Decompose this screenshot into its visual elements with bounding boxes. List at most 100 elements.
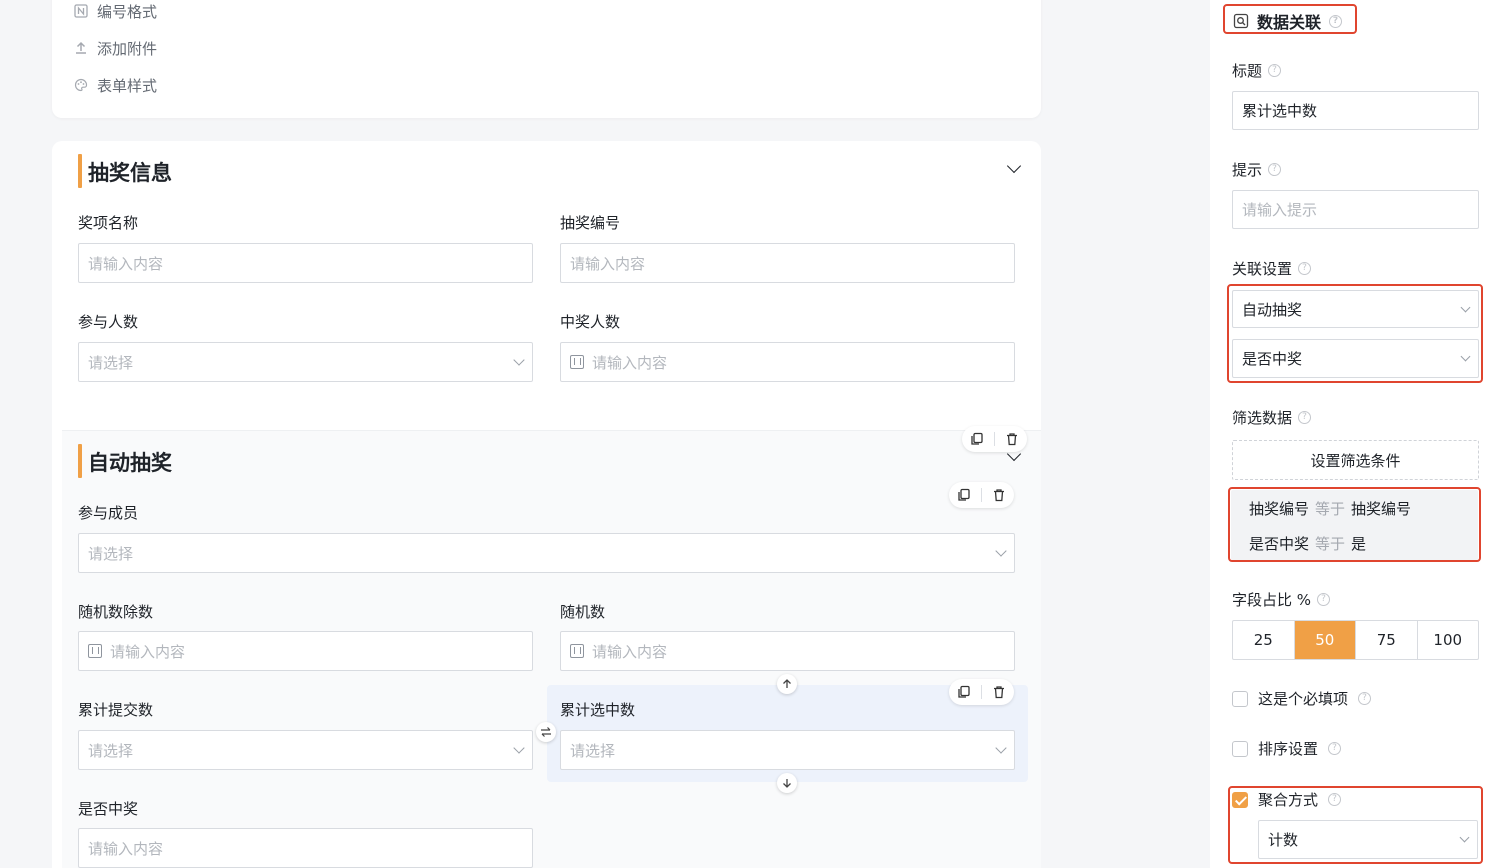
filter-condition[interactable]: 抽奖编号 等于 抽奖编号	[1249, 498, 1411, 519]
palette-icon	[74, 78, 88, 92]
prize-name-input[interactable]: 请输入内容	[78, 243, 533, 283]
subform-toolbar	[962, 426, 1027, 452]
help-icon[interactable]: ?	[1358, 692, 1372, 705]
label: 关联设置	[1232, 260, 1293, 278]
label: 字段占比 %	[1232, 591, 1312, 609]
placeholder: 请选择	[88, 741, 134, 760]
placeholder: 请输入内容	[570, 254, 646, 273]
help-icon[interactable]: ?	[1317, 593, 1331, 606]
participants-select[interactable]: 请选择	[78, 533, 1015, 573]
label: 提示	[1232, 161, 1263, 179]
data-relation-icon	[1233, 13, 1249, 29]
number-format-icon	[74, 4, 88, 18]
button-label: 设置筛选条件	[1310, 451, 1401, 470]
field-toolbar	[949, 679, 1014, 705]
placeholder: 请输入内容	[110, 642, 186, 661]
field-label: 随机数除数	[78, 603, 154, 621]
required-row[interactable]: 这是个必填项?	[1232, 688, 1372, 709]
label: 这是个必填项	[1258, 690, 1349, 708]
help-icon[interactable]: ?	[1328, 742, 1342, 755]
random-number-input[interactable]: 请输入内容	[560, 631, 1015, 671]
random-divisor-input[interactable]: 请输入内容	[78, 631, 533, 671]
chevron-down-icon	[995, 742, 1007, 754]
lottery-number-input[interactable]: 请输入内容	[560, 243, 1015, 283]
swap-button[interactable]	[536, 722, 556, 742]
value: 自动抽奖	[1242, 300, 1303, 319]
total-selected-select[interactable]: 请选择	[560, 730, 1015, 770]
width-option-75[interactable]: 75	[1356, 621, 1418, 659]
tool-number-format[interactable]: 编号格式	[74, 0, 157, 22]
chevron-down-icon	[1460, 351, 1471, 362]
relation-form-select[interactable]: 自动抽奖	[1232, 290, 1479, 328]
swap-icon	[541, 727, 551, 737]
filter-condition[interactable]: 是否中奖 等于是	[1249, 533, 1366, 554]
is-winner-input[interactable]: 请输入内容	[78, 828, 533, 868]
aggregate-row[interactable]: 聚合方式?	[1232, 789, 1342, 810]
field-label: 抽奖编号	[560, 214, 621, 232]
chevron-down-icon	[1460, 302, 1471, 312]
tools-card	[52, 0, 1041, 118]
relation-label-row: 关联设置?	[1232, 258, 1312, 279]
field-label: 随机数	[560, 603, 606, 621]
cond-value: 是	[1351, 535, 1367, 553]
help-icon[interactable]: ?	[1329, 14, 1343, 28]
relation-field-select[interactable]: 是否中奖	[1232, 339, 1479, 378]
panel-header: 数据关联 ?	[1233, 9, 1343, 33]
placeholder: 请输入内容	[592, 353, 668, 372]
width-option-25[interactable]: 25	[1233, 621, 1295, 659]
aggregate-checkbox[interactable]	[1232, 791, 1248, 808]
winner-count-input[interactable]: 请输入内容	[560, 342, 1015, 382]
number-icon	[570, 355, 584, 369]
width-option-50[interactable]: 50	[1294, 621, 1356, 659]
section-accent-bar	[78, 154, 82, 188]
required-checkbox[interactable]	[1232, 690, 1248, 707]
trash-icon[interactable]	[990, 683, 1008, 701]
chevron-down-icon	[513, 742, 525, 754]
help-icon[interactable]: ?	[1328, 793, 1342, 806]
help-icon[interactable]: ?	[1268, 163, 1282, 176]
placeholder: 请输入内容	[88, 839, 164, 858]
field-label: 是否中奖	[78, 800, 139, 818]
chevron-down-icon	[995, 545, 1007, 557]
value: 累计选中数	[1242, 102, 1318, 120]
divider	[994, 432, 995, 446]
move-up-button[interactable]	[777, 674, 797, 694]
placeholder: 请输入提示	[1242, 201, 1318, 219]
help-icon[interactable]: ?	[1298, 411, 1312, 424]
sort-checkbox[interactable]	[1232, 740, 1248, 757]
label: 筛选数据	[1232, 409, 1293, 427]
copy-icon[interactable]	[968, 430, 986, 448]
aggregate-select[interactable]: 计数	[1258, 820, 1478, 859]
copy-icon[interactable]	[955, 486, 973, 504]
field-label: 累计提交数	[78, 701, 154, 719]
hint-input[interactable]: 请输入提示	[1232, 190, 1479, 229]
number-icon	[88, 644, 102, 658]
trash-icon[interactable]	[990, 486, 1008, 504]
arrow-up-icon	[783, 679, 791, 688]
participant-count-select[interactable]: 请选择	[78, 342, 533, 382]
placeholder: 请选择	[570, 741, 616, 760]
width-option-100[interactable]: 100	[1418, 621, 1479, 659]
move-down-button[interactable]	[777, 773, 797, 793]
cond-operator: 等于	[1315, 500, 1346, 518]
cond-operator: 等于	[1315, 535, 1346, 553]
placeholder: 请选择	[88, 544, 134, 563]
cond-field: 是否中奖	[1249, 535, 1310, 553]
number-icon	[570, 644, 584, 658]
tool-form-style[interactable]: 表单样式	[74, 74, 157, 96]
tool-add-attachment[interactable]: 添加附件	[74, 37, 157, 59]
section-title-lottery-info: 抽奖信息	[88, 161, 172, 185]
hint-label-row: 提示?	[1232, 159, 1282, 180]
trash-icon[interactable]	[1003, 430, 1021, 448]
help-icon[interactable]: ?	[1298, 262, 1312, 275]
total-submissions-select[interactable]: 请选择	[78, 730, 533, 770]
help-icon[interactable]: ?	[1268, 64, 1282, 77]
title-input[interactable]: 累计选中数	[1232, 91, 1479, 130]
copy-icon[interactable]	[955, 683, 973, 701]
title-label-row: 标题?	[1232, 60, 1282, 81]
sort-row[interactable]: 排序设置?	[1232, 738, 1342, 759]
section-accent-bar	[78, 444, 82, 478]
tool-label: 表单样式	[97, 76, 158, 95]
field-label: 参与人数	[78, 313, 139, 331]
set-filter-button[interactable]: 设置筛选条件	[1232, 440, 1479, 480]
